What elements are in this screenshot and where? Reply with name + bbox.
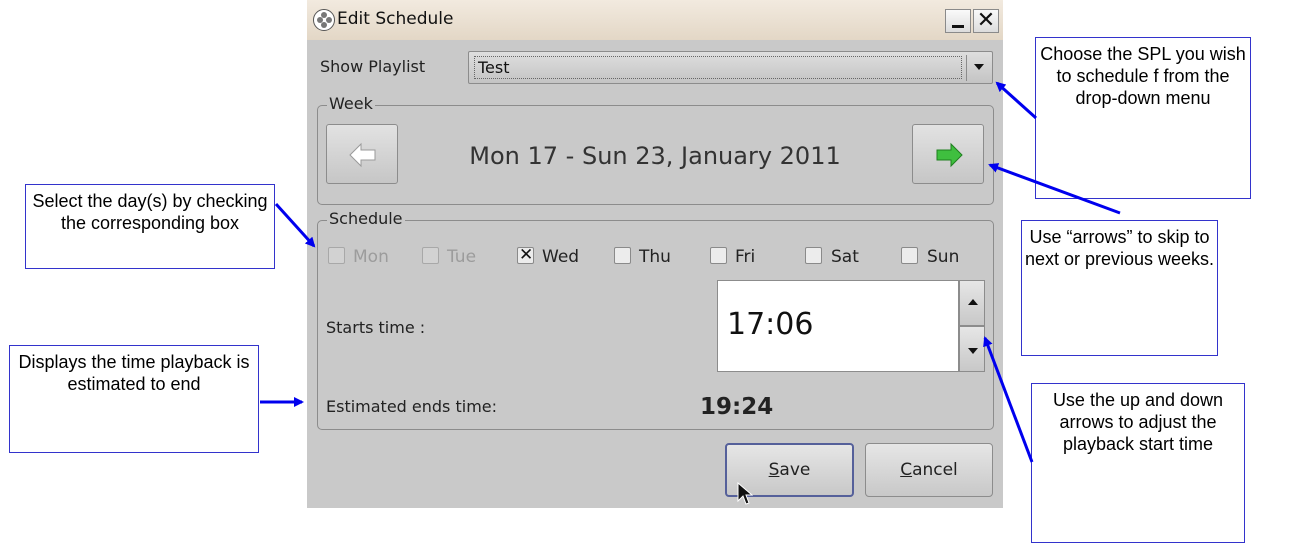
arrow-to-checkboxes (274, 202, 316, 248)
arrow-to-spin-buttons (983, 336, 1034, 463)
callout-arrows (260, 81, 1121, 463)
arrow-to-next-week (988, 163, 1121, 215)
arrow-to-dropdown (995, 81, 1038, 120)
